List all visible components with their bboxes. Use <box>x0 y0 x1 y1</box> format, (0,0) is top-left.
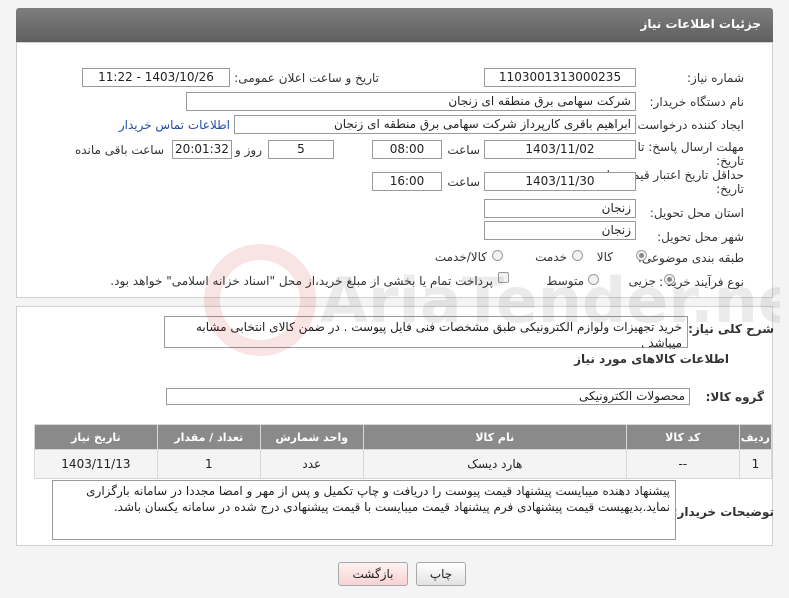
announce-datetime-label: تاریخ و ساعت اعلان عمومی: <box>234 71 379 85</box>
remaining-time-label: ساعت باقی مانده <box>74 143 164 157</box>
category-radio-service[interactable] <box>572 250 583 261</box>
reply-deadline-days-field: 5 <box>268 140 334 159</box>
need-number-label: شماره نیاز: <box>687 71 744 85</box>
requester-field: ابراهیم باقری کارپرداز شرکت سهامی برق من… <box>234 115 636 134</box>
remaining-time-field: 20:01:32 <box>172 140 232 159</box>
category-option-service: خدمت <box>535 250 567 264</box>
requester-label: ایجاد کننده درخواست: <box>633 118 744 132</box>
back-button[interactable]: بازگشت <box>338 562 408 586</box>
announce-datetime-field: 1403/10/26 - 11:22 <box>82 68 230 87</box>
column-header-item-name: نام کالا <box>362 424 627 450</box>
price-validity-time-field: 16:00 <box>372 172 442 191</box>
process-radio-minor[interactable] <box>664 274 675 285</box>
cell-row-number: 1 <box>738 449 773 479</box>
category-label: طبقه بندی موضوعی: <box>637 251 744 265</box>
province-label: استان محل تحویل: <box>649 206 744 220</box>
reply-deadline-date-field: 1403/11/02 <box>484 140 636 159</box>
category-option-goods: کالا <box>596 250 613 264</box>
print-button[interactable]: چاپ <box>416 562 466 586</box>
summary-textarea[interactable]: خرید تجهیزات ولوازم الکترونیکی طبق مشخصا… <box>164 316 688 350</box>
buyer-notes-label: توضیحات خریدار: <box>672 505 774 519</box>
price-validity-time-label: ساعت <box>447 175 480 189</box>
city-label: شهر محل تحویل: <box>657 230 744 244</box>
table-row: 1 -- هارد دیسک عدد 1 1403/11/13 <box>34 449 773 479</box>
column-header-quantity: تعداد / مقدار <box>156 424 261 450</box>
page-header: جزئیات اطلاعات نیاز <box>16 8 773 42</box>
buyer-org-label: نام دستگاه خریدار: <box>649 95 745 109</box>
cell-need-date: 1403/11/13 <box>34 449 158 479</box>
treasury-payment-note: پرداخت تمام یا بخشی از مبلغ خرید،از محل … <box>110 274 493 288</box>
column-header-need-date: تاریخ نیاز <box>34 424 158 450</box>
goods-group-label: گروه کالا: <box>705 390 764 404</box>
price-validity-date-field: 1403/11/30 <box>484 172 636 191</box>
province-field: زنجان <box>484 199 636 218</box>
buyer-notes-textarea[interactable]: پیشنهاد دهنده میبایست پیشنهاد قیمت پیوست… <box>52 480 676 540</box>
reply-deadline-label: مهلت ارسال پاسخ: تا <box>637 140 744 154</box>
table-header-row: ردیف کد کالا نام کالا واحد شمارش تعداد /… <box>34 424 773 450</box>
cell-item-name: هارد دیسک <box>362 449 627 479</box>
reply-deadline-label-date: تاریخ: <box>716 154 744 168</box>
reply-deadline-time-label: ساعت <box>447 143 480 157</box>
column-header-row-number: ردیف <box>738 424 773 450</box>
column-header-item-code: کد کالا <box>625 424 740 450</box>
treasury-payment-checkbox[interactable] <box>498 272 509 283</box>
column-header-unit: واحد شمارش <box>259 424 364 450</box>
reply-deadline-days-label: روز و <box>235 143 262 157</box>
city-field: زنجان <box>484 221 636 240</box>
summary-label: شرح کلی نیاز: <box>688 322 774 336</box>
process-option-medium: متوسط <box>546 274 584 288</box>
reply-deadline-time-field: 08:00 <box>372 140 442 159</box>
goods-info-title: اطلاعات کالاهای مورد نیاز <box>574 352 729 366</box>
cell-quantity: 1 <box>156 449 261 479</box>
category-radio-goods-service[interactable] <box>492 250 503 261</box>
category-option-goods-service: کالا/خدمت <box>434 250 487 264</box>
goods-group-field: محصولات الکترونیکی <box>166 388 690 405</box>
goods-table: ردیف کد کالا نام کالا واحد شمارش تعداد /… <box>34 424 773 479</box>
cell-unit: عدد <box>259 449 364 479</box>
price-validity-label-date: تاریخ: <box>716 182 744 196</box>
page-title: جزئیات اطلاعات نیاز <box>640 17 761 31</box>
process-radio-medium[interactable] <box>588 274 599 285</box>
need-number-field: 1103001313000235 <box>484 68 636 87</box>
cell-item-code: -- <box>625 449 740 479</box>
buyer-contact-link[interactable]: اطلاعات تماس خریدار <box>119 118 230 132</box>
category-radio-goods[interactable] <box>636 250 647 261</box>
process-option-minor: جزیی <box>628 274 656 288</box>
buyer-org-field: شرکت سهامی برق منطقه ای زنجان <box>186 92 636 111</box>
